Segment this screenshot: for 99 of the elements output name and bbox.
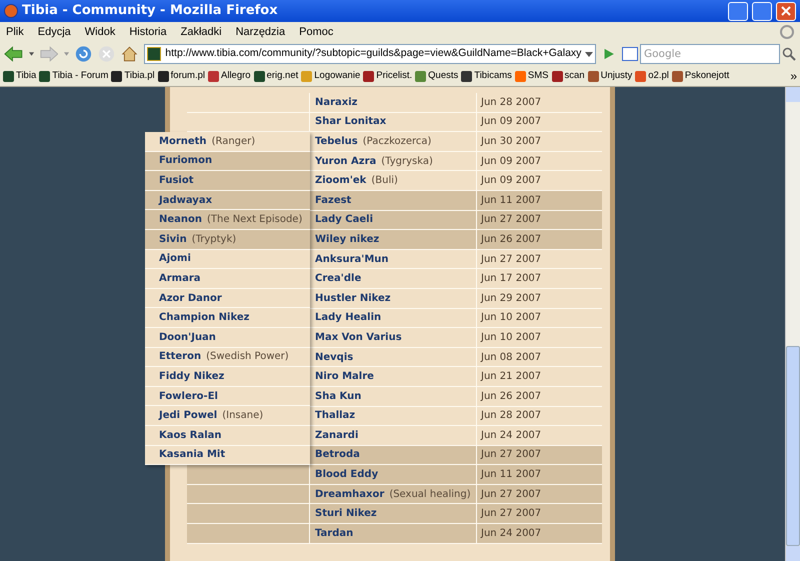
date-cell: Jun 27 2007 xyxy=(477,484,602,504)
character-title: (The Next Episode) xyxy=(207,213,302,228)
character-name[interactable]: Sivin xyxy=(159,232,187,247)
reload-icon[interactable] xyxy=(75,44,92,64)
menu-item[interactable]: Narzędzia xyxy=(236,24,286,40)
window-title: Tibia - Community - Mozilla Firefox xyxy=(22,2,279,20)
character-name[interactable]: Kasania Mit xyxy=(159,447,226,462)
character-name[interactable]: Zanardi xyxy=(315,428,358,443)
date-cell: Jun 11 2007 xyxy=(477,190,602,211)
bookmark-link[interactable]: scan xyxy=(564,68,585,84)
date-cell: Jun 11 2007 xyxy=(477,465,602,485)
character-name[interactable]: Kaos Ralan xyxy=(159,428,222,443)
menu-item[interactable]: Plik xyxy=(6,24,24,40)
character-name[interactable]: Etteron xyxy=(159,349,202,364)
character-name[interactable]: Champion Nikez xyxy=(159,310,250,326)
character-name[interactable]: Max Von Varius xyxy=(315,330,402,345)
character-name[interactable]: Sha Kun xyxy=(315,388,362,404)
character-name[interactable]: Yuron Azra xyxy=(315,154,376,169)
character-name[interactable]: Tebelus xyxy=(315,134,358,149)
character-title: (Swedish Power) xyxy=(206,350,289,364)
character-name[interactable]: Shar Lonitax xyxy=(315,114,386,130)
go-icon[interactable] xyxy=(602,46,616,62)
character-title: (Sexual healing) xyxy=(389,488,471,502)
character-name[interactable]: Zioom'ek xyxy=(315,173,366,188)
character-name[interactable]: Dreamhaxor xyxy=(315,486,384,502)
bookmark-link[interactable]: Tibia xyxy=(16,68,36,84)
character-name[interactable]: Thallaz xyxy=(315,408,356,424)
character-name[interactable]: Fusiot xyxy=(159,172,194,188)
character-name[interactable]: Morneth xyxy=(159,134,207,149)
browser-icon xyxy=(4,4,18,18)
character-name[interactable]: Crea'dle xyxy=(315,271,362,286)
close-icon[interactable] xyxy=(776,2,796,20)
character-title: (Ranger) xyxy=(212,134,256,149)
bookmark-link[interactable]: Quests xyxy=(428,68,458,84)
scrollbar[interactable] xyxy=(785,87,800,561)
character-name[interactable]: Doon'Juan xyxy=(159,330,216,345)
bookmark-link[interactable]: Unjusty xyxy=(600,68,632,84)
character-title: (Buli) xyxy=(371,174,398,188)
character-name[interactable]: Armara xyxy=(159,270,201,286)
character-name[interactable]: Lady Caeli xyxy=(315,212,374,228)
character-name[interactable]: Fiddy Nikez xyxy=(159,368,224,384)
character-name[interactable]: Fowlero-El xyxy=(159,388,218,404)
dropdown-icon[interactable] xyxy=(28,52,34,56)
character-name[interactable]: Fazest xyxy=(315,192,352,208)
throbber-icon xyxy=(780,25,794,39)
character-name[interactable]: Sturi Nikez xyxy=(315,506,377,522)
back-icon[interactable] xyxy=(4,45,23,63)
date-cell: Jun 27 2007 xyxy=(477,210,602,230)
character-name[interactable]: Tardan xyxy=(315,526,354,541)
bookmark-link[interactable]: Tibia.pl xyxy=(124,68,155,84)
character-title: (Tryptyk) xyxy=(192,232,236,247)
character-name[interactable]: Jadwayax xyxy=(159,192,212,208)
character-name[interactable]: Lady Healin xyxy=(315,310,382,326)
bookmark-link[interactable]: Logowanie xyxy=(314,68,360,84)
search-icon[interactable] xyxy=(782,47,796,61)
date-cell: Jun 08 2007 xyxy=(477,348,602,368)
character-title: (Insane) xyxy=(222,409,264,424)
date-cell: Jun 27 2007 xyxy=(477,504,602,524)
date-cell: Jun 26 2007 xyxy=(477,230,602,250)
character-name[interactable]: Wiley nikez xyxy=(315,232,380,247)
bookmark-link[interactable]: forum.pl xyxy=(170,68,205,84)
date-cell: Jun 09 2007 xyxy=(477,112,602,132)
menu-item[interactable]: Historia xyxy=(129,24,167,40)
more-bookmarks-chevron[interactable]: » xyxy=(790,67,797,85)
date-cell: Jun 24 2007 xyxy=(477,524,602,544)
home-icon[interactable] xyxy=(121,44,138,64)
bookmark-link[interactable]: Tibia - Forum xyxy=(52,68,108,84)
date-cell: Jun 10 2007 xyxy=(477,308,602,328)
bookmark-link[interactable]: SMS xyxy=(528,68,548,84)
menu-item[interactable]: Pomoc xyxy=(299,24,334,40)
date-cell: Jun 28 2007 xyxy=(477,406,602,426)
menu-item[interactable]: Widok xyxy=(84,24,116,40)
character-name[interactable]: Anksura'Mun xyxy=(315,252,389,267)
character-title: (Tygryska) xyxy=(381,154,433,169)
character-name[interactable]: Hustler Nikez xyxy=(315,290,391,306)
url-text: http://www.tibia.com/community/?subtopic=guilds&page=view&GuildName=Black+Galaxy xyxy=(165,46,582,62)
character-name[interactable]: Ajomi xyxy=(159,251,191,266)
search-field[interactable]: Google xyxy=(640,44,780,64)
bookmark-link[interactable]: o2.pl xyxy=(648,68,669,84)
menu-item[interactable]: Edycja xyxy=(38,24,71,40)
date-cell: Jun 27 2007 xyxy=(477,446,602,466)
character-name[interactable]: Azor Danor xyxy=(159,290,222,306)
bookmark-link[interactable]: Pskonejott xyxy=(684,68,730,84)
character-name[interactable]: Blood Eddy xyxy=(315,467,378,482)
character-title: (Paczkozerca) xyxy=(362,134,432,149)
bookmark-link[interactable]: erig.net xyxy=(266,68,298,84)
bookmark-link[interactable]: Pricelist. xyxy=(376,68,412,84)
character-name[interactable]: Furiomon xyxy=(159,153,212,168)
character-name[interactable]: Jedi Powel xyxy=(159,408,218,424)
character-name[interactable]: Naraxiz xyxy=(315,94,358,110)
bookmark-link[interactable]: Tibicams xyxy=(474,68,512,84)
character-name[interactable]: Niro Malre xyxy=(315,369,374,384)
character-name[interactable]: Betroda xyxy=(315,447,360,462)
dropdown-icon[interactable] xyxy=(585,52,594,56)
menu-item[interactable]: Zakładki xyxy=(180,24,222,40)
address-field[interactable]: http://www.tibia.com/community/?subtopic=guilds&page=view&GuildName=Black+Galaxy xyxy=(144,44,596,64)
bookmark-link[interactable]: Allegro xyxy=(221,68,251,84)
character-name[interactable]: Nevqis xyxy=(315,350,354,365)
character-name[interactable]: Neanon xyxy=(159,212,202,228)
